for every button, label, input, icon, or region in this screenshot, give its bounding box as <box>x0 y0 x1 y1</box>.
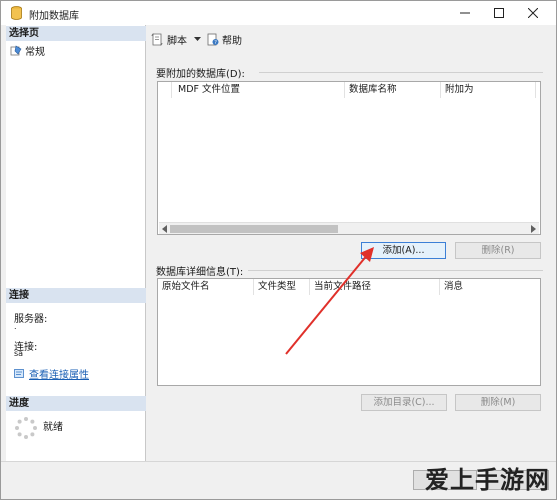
view-connection-properties[interactable]: 查看连接属性 <box>14 366 89 381</box>
view-connection-link[interactable]: 查看连接属性 <box>29 366 89 381</box>
scroll-left-icon[interactable] <box>161 225 168 233</box>
sidebar: 选择页 常规 连接 服务器: . 连接: sa 查看连接属性 进度 就绪 <box>6 25 146 461</box>
help-label: 帮助 <box>222 35 242 47</box>
remove-detail-button[interactable]: 删除(M) <box>455 394 541 411</box>
attach-grid-horizontal-scrollbar[interactable] <box>159 222 539 234</box>
maximize-button[interactable] <box>482 1 516 25</box>
progress-status: 就绪 <box>43 422 63 433</box>
attach-database-window: 附加数据库 选择页 常规 连接 服务器: . 连接: sa 查看连接属性 进度 … <box>0 0 557 500</box>
page-item-label: 常规 <box>25 47 45 58</box>
select-page-header: 选择页 <box>6 26 146 41</box>
connection-value: sa <box>14 349 24 358</box>
scroll-right-icon[interactable] <box>530 225 537 233</box>
toolbar: 脚本 ? 帮助 <box>147 28 248 50</box>
minimize-icon <box>460 12 470 14</box>
script-button[interactable]: 脚本 <box>151 32 201 47</box>
database-icon <box>11 6 22 20</box>
server-label: 服务器: <box>14 314 48 325</box>
column-header-overflow <box>536 82 540 98</box>
scroll-thumb[interactable] <box>170 225 338 233</box>
annotation-arrow <box>285 247 374 355</box>
close-icon <box>528 8 538 18</box>
watermark-text: 爱上手游网 <box>425 466 550 494</box>
server-value: . <box>14 322 17 331</box>
help-button[interactable]: ? 帮助 <box>207 32 242 47</box>
script-label: 脚本 <box>167 35 187 47</box>
dropdown-arrow-icon <box>194 36 201 41</box>
maximize-icon <box>494 8 504 18</box>
title-bar: 附加数据库 <box>1 1 556 25</box>
row-selector-header <box>158 82 172 98</box>
attach-grid-header: MDF 文件位置 数据库名称 附加为 <box>158 82 540 98</box>
remove-button[interactable]: 删除(R) <box>455 242 541 259</box>
column-header-mdf-location[interactable]: MDF 文件位置 <box>172 82 345 98</box>
close-button[interactable] <box>516 1 550 25</box>
properties-icon <box>14 369 24 378</box>
column-header-attach-as[interactable]: 附加为 <box>441 82 536 98</box>
attach-database-grid[interactable]: MDF 文件位置 数据库名称 附加为 <box>157 81 541 235</box>
dialog-footer: 爱上手游网 <box>1 461 556 499</box>
progress-header: 进度 <box>6 396 146 411</box>
attach-group-divider <box>259 72 543 73</box>
connection-header: 连接 <box>6 288 146 303</box>
window-title: 附加数据库 <box>29 11 79 22</box>
minimize-button[interactable] <box>448 1 482 25</box>
help-icon: ? <box>207 33 219 46</box>
svg-text:?: ? <box>214 40 217 46</box>
script-icon <box>151 33 163 45</box>
progress-spinner-icon <box>15 417 37 439</box>
column-header-original-file-name[interactable]: 原始文件名 <box>158 279 254 295</box>
page-item-general[interactable]: 常规 <box>10 43 45 58</box>
column-header-message[interactable]: 消息 <box>440 279 540 295</box>
add-catalog-button[interactable]: 添加目录(C)... <box>361 394 447 411</box>
column-header-database-name[interactable]: 数据库名称 <box>345 82 441 98</box>
settings-page-icon <box>10 45 22 56</box>
attach-group-label: 要附加的数据库(D): <box>156 69 245 80</box>
details-group-label: 数据库详细信息(T): <box>156 267 244 278</box>
